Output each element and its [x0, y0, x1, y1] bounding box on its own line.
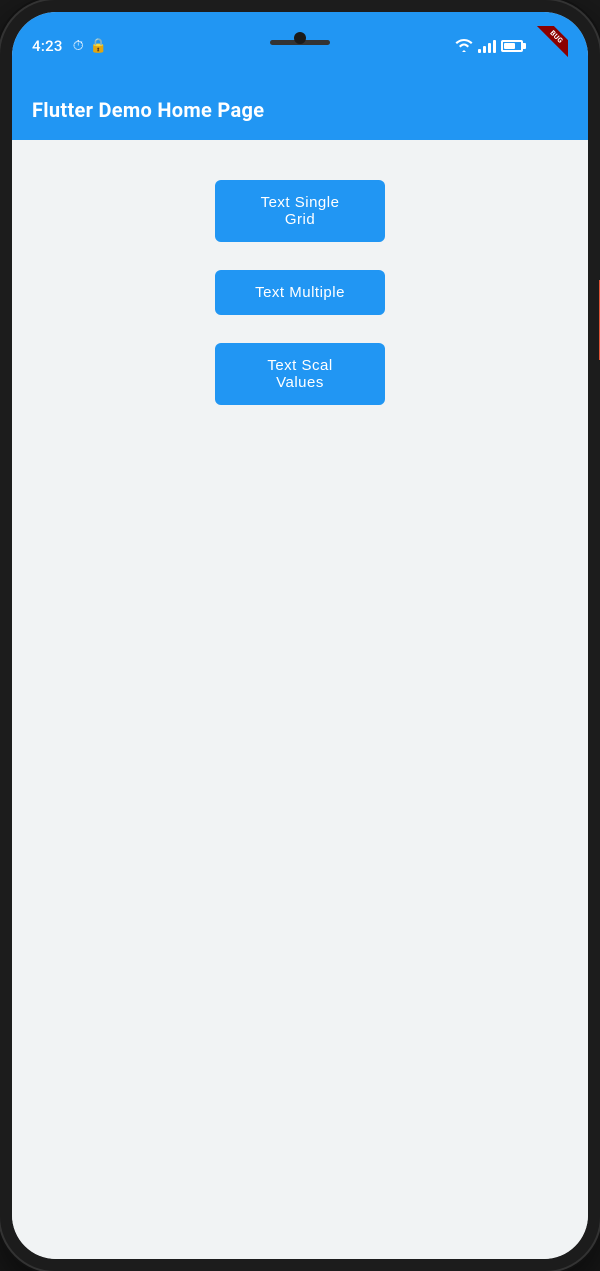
text-multiple-button[interactable]: Text Multiple — [215, 270, 385, 315]
status-time: 4:23 — [32, 37, 63, 55]
phone-screen: 4:23 ⏱ 🔒 — [12, 12, 588, 1259]
battery-icon — [501, 40, 523, 52]
signal-icon — [478, 39, 496, 53]
clock-icon: ⏱ — [73, 38, 84, 54]
status-right-icons: BUG — [455, 26, 568, 66]
buttons-area: Text Single Grid Text Multiple Text Scal… — [12, 140, 588, 1259]
app-bar-title: Flutter Demo Home Page — [32, 98, 264, 122]
lock-icon: 🔒 — [90, 38, 107, 54]
text-single-grid-button[interactable]: Text Single Grid — [215, 180, 385, 242]
phone-frame: 4:23 ⏱ 🔒 — [0, 0, 600, 1271]
status-bar: 4:23 ⏱ 🔒 — [12, 12, 588, 80]
status-icons: ⏱ 🔒 — [73, 38, 107, 54]
wifi-icon — [455, 39, 473, 53]
app-bar: Flutter Demo Home Page — [12, 80, 588, 140]
debug-badge: BUG — [528, 26, 568, 66]
text-scal-values-button[interactable]: Text Scal Values — [215, 343, 385, 405]
screen-body: Text Single Grid Text Multiple Text Scal… — [12, 140, 588, 1259]
debug-label: BUG — [536, 26, 568, 58]
